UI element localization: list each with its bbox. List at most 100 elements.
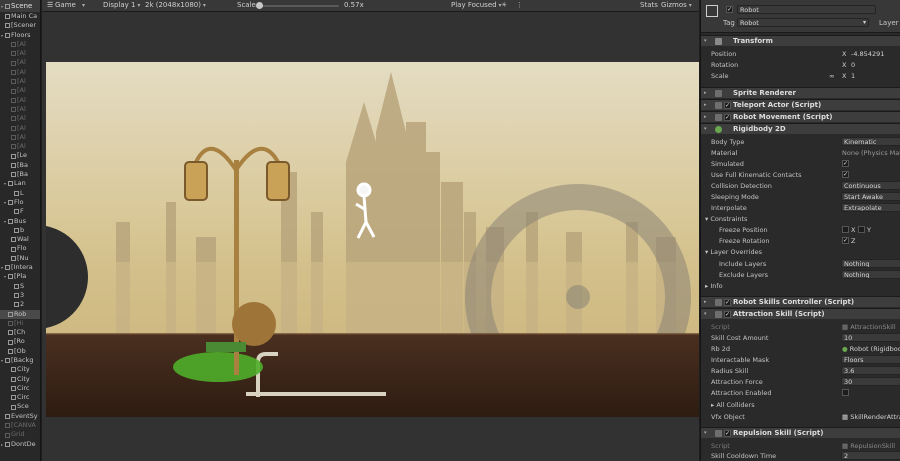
robot-movement-header[interactable]: ▸ ✓ Robot Movement (Script)	[701, 111, 900, 122]
hierarchy-item[interactable]: ▾ Flo	[0, 198, 40, 207]
display-dropdown[interactable]: Display 1	[103, 1, 140, 9]
hierarchy-item[interactable]: [Al	[0, 86, 40, 95]
full-kinematic-checkbox[interactable]: ✓	[842, 171, 849, 178]
view-dropdown-arrow[interactable]	[82, 1, 85, 9]
hierarchy-item[interactable]: Circ	[0, 393, 40, 402]
game-render-area[interactable]	[42, 12, 699, 461]
attraction-skill-header[interactable]: ▾ ✓ Attraction Skill (Script)	[701, 308, 900, 319]
include-layers-dropdown[interactable]: Nothing	[841, 259, 900, 268]
hierarchy-item[interactable]: [Al	[0, 133, 40, 142]
hierarchy-item[interactable]: Grid	[0, 430, 40, 439]
skill-cost-field[interactable]: 10	[841, 333, 900, 342]
chevron-down-icon[interactable]: ▾	[704, 309, 707, 319]
game-scene[interactable]	[46, 62, 699, 417]
hierarchy-item[interactable]: [Al	[0, 114, 40, 123]
freeze-pos-x-checkbox[interactable]	[842, 226, 849, 233]
radius-skill-field[interactable]: 3.6	[841, 366, 900, 375]
hierarchy-item[interactable]: [Ob	[0, 347, 40, 356]
hierarchy-item[interactable]: [Al	[0, 105, 40, 114]
attraction-skill-checkbox[interactable]: ✓	[724, 311, 731, 318]
hierarchy-item[interactable]: ▾ Bus	[0, 217, 40, 226]
game-view-tab[interactable]: Game	[55, 1, 76, 9]
hierarchy-item[interactable]: b	[0, 226, 40, 235]
hierarchy-item[interactable]: [Al	[0, 49, 40, 58]
hierarchy-scene-header[interactable]: ▾ Scene	[0, 0, 40, 12]
hierarchy-item[interactable]: City	[0, 365, 40, 374]
hierarchy-item[interactable]: ▾ [Backg	[0, 356, 40, 365]
hierarchy-item[interactable]: [Nu	[0, 254, 40, 263]
interactable-mask-dropdown[interactable]: Floors	[841, 355, 900, 364]
hierarchy-item[interactable]: [Ba	[0, 161, 40, 170]
all-colliders-foldout[interactable]: ▸ All Colliders	[711, 401, 755, 409]
interpolate-dropdown[interactable]: Extrapolate	[841, 203, 900, 212]
chevron-down-icon[interactable]: ▾	[704, 428, 707, 438]
chevron-right-icon[interactable]: ▸	[704, 112, 707, 122]
mute-audio-icon[interactable]: ☀	[501, 1, 507, 9]
sprite-renderer-header[interactable]: ▸ Sprite Renderer	[701, 87, 900, 98]
hierarchy-item[interactable]: 2	[0, 300, 40, 309]
more-menu-icon[interactable]: ⋮	[516, 1, 523, 9]
hierarchy-item[interactable]: [Al	[0, 40, 40, 49]
hierarchy-item[interactable]: [Al	[0, 142, 40, 151]
hierarchy-item[interactable]: L	[0, 189, 40, 198]
play-mode-dropdown[interactable]: Play Focused	[451, 1, 502, 9]
hierarchy-item[interactable]: [Le	[0, 151, 40, 160]
tag-dropdown[interactable]: Robot ▾	[737, 18, 869, 27]
constraints-foldout[interactable]: ▾ Constraints	[705, 215, 747, 223]
hierarchy-item[interactable]: [Al	[0, 68, 40, 77]
hierarchy-item[interactable]: [Al	[0, 58, 40, 67]
gizmos-dropdown[interactable]: Gizmos	[661, 1, 692, 9]
attraction-force-field[interactable]: 30	[841, 377, 900, 386]
exclude-layers-dropdown[interactable]: Nothing	[841, 270, 900, 279]
scale-slider-track[interactable]	[255, 5, 339, 7]
rotation-x-value[interactable]: 0	[851, 61, 855, 69]
material-field[interactable]: None (Physics Mat	[842, 149, 900, 157]
transform-component-header[interactable]: ▾ Transform	[701, 35, 900, 46]
chevron-down-icon[interactable]: ▾	[704, 36, 707, 46]
freeze-pos-y-checkbox[interactable]	[858, 226, 865, 233]
hierarchy-item[interactable]: ▾ [Intera	[0, 263, 40, 272]
hierarchy-item[interactable]: [Hi	[0, 319, 40, 328]
scale-slider-handle[interactable]	[256, 2, 264, 9]
hierarchy-item[interactable]: Main Ca	[0, 12, 40, 21]
rb2d-field[interactable]: ● Robot (Rigidbod	[842, 345, 900, 353]
hierarchy-item[interactable]: ▾ Floors	[0, 31, 40, 40]
info-foldout[interactable]: ▸ Info	[705, 282, 723, 290]
hierarchy-item[interactable]: City	[0, 375, 40, 384]
skills-controller-header[interactable]: ▸ ✓ Robot Skills Controller (Script)	[701, 296, 900, 307]
sleeping-dropdown[interactable]: Start Awake	[841, 192, 900, 201]
skills-controller-checkbox[interactable]: ✓	[724, 299, 731, 306]
resolution-dropdown[interactable]: 2k (2048x1080)	[145, 1, 206, 9]
body-type-dropdown[interactable]: Kinematic	[841, 137, 900, 146]
teleport-actor-header[interactable]: ▸ ✓ Teleport Actor (Script)	[701, 99, 900, 110]
hierarchy-item[interactable]: [Al	[0, 77, 40, 86]
chevron-right-icon[interactable]: ▸	[704, 297, 707, 307]
hierarchy-item[interactable]: ▸ DontDe	[0, 440, 40, 449]
hierarchy-item[interactable]: S	[0, 282, 40, 291]
chevron-right-icon[interactable]: ▸	[704, 100, 707, 110]
hierarchy-item[interactable]: Flo	[0, 244, 40, 253]
hierarchy-item[interactable]: [CANVA	[0, 421, 40, 430]
active-checkbox[interactable]: ✓	[726, 6, 733, 13]
hierarchy-item[interactable]: [Scener	[0, 21, 40, 30]
repulsion-skill-checkbox[interactable]: ✓	[724, 430, 731, 437]
scale-x-value[interactable]: 1	[851, 72, 855, 80]
attraction-enabled-checkbox[interactable]	[842, 389, 849, 396]
hierarchy-item[interactable]: 3	[0, 291, 40, 300]
movement-enabled-checkbox[interactable]: ✓	[724, 114, 731, 121]
chevron-down-icon[interactable]: ▾	[704, 124, 707, 134]
object-name-field[interactable]: Robot	[737, 5, 876, 14]
position-x-value[interactable]: -4.854291	[851, 50, 884, 58]
hierarchy-item[interactable]: [Ch	[0, 328, 40, 337]
vfx-object-field[interactable]: ▦ SkillRenderAttra	[842, 413, 900, 421]
link-scale-icon[interactable]: ∞	[829, 72, 834, 80]
hierarchy-item[interactable]: ▾ [Pla	[0, 272, 40, 281]
hierarchy-item[interactable]: [Ro	[0, 337, 40, 346]
teleport-enabled-checkbox[interactable]: ✓	[724, 102, 731, 109]
rigidbody-header[interactable]: ▾ Rigidbody 2D	[701, 123, 900, 134]
stats-button[interactable]: Stats	[640, 1, 658, 9]
hierarchy-item[interactable]: Sce	[0, 402, 40, 411]
hierarchy-item[interactable]: Wal	[0, 235, 40, 244]
simulated-checkbox[interactable]: ✓	[842, 160, 849, 167]
hierarchy-item[interactable]: EventSy	[0, 412, 40, 421]
